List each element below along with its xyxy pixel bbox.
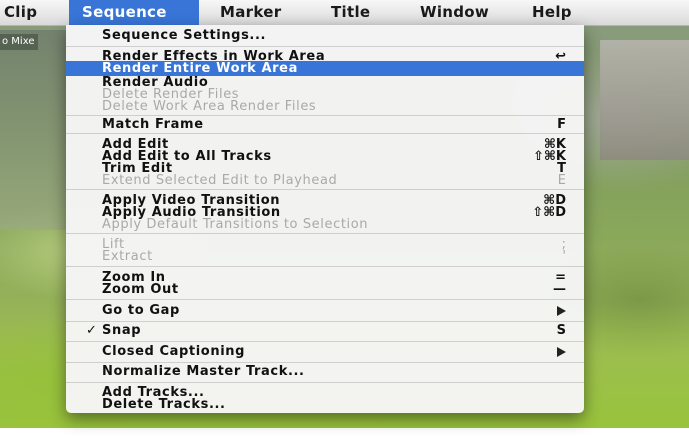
menu-item-go-to-gap[interactable]: Go to Gap — [66, 304, 584, 317]
sequence-dropdown-menu: Sequence Settings... Render Effects in W… — [66, 25, 584, 413]
menu-item-normalize-master-track[interactable]: Normalize Master Track... — [66, 365, 584, 378]
menu-separator — [66, 382, 584, 383]
menu-item-label: Match Frame — [102, 117, 204, 132]
menu-help[interactable]: Help — [532, 0, 572, 25]
submenu-arrow-icon — [557, 304, 566, 317]
menu-item-sequence-settings[interactable]: Sequence Settings... — [66, 29, 584, 42]
menu-item-render-entire-work-area[interactable]: Render Entire Work Area — [66, 61, 584, 76]
menu-clip[interactable]: Clip — [0, 0, 62, 25]
menu-item-label: Snap — [102, 323, 142, 338]
menu-separator — [66, 133, 584, 134]
menu-item-label: Sequence Settings... — [102, 28, 267, 43]
menu-item-extend-selected-edit: Extend Selected Edit to Playhead E — [66, 174, 584, 187]
menu-item-label: Normalize Master Track... — [102, 364, 305, 379]
menu-item-delete-work-area-render-files: Delete Work Area Render Files — [66, 100, 584, 113]
menu-item-shortcut: E — [557, 173, 566, 188]
menu-bar: Clip Sequence Marker Title Window Help — [0, 0, 689, 26]
menu-item-label: Delete Tracks... — [102, 397, 226, 412]
menu-window[interactable]: Window — [420, 0, 489, 25]
menu-separator — [66, 341, 584, 342]
menu-item-closed-captioning[interactable]: Closed Captioning — [66, 345, 584, 358]
menu-item-zoom-out[interactable]: Zoom Out — — [66, 283, 584, 296]
menu-separator — [66, 115, 584, 116]
menu-item-apply-default-transitions: Apply Default Transitions to Selection — [66, 218, 584, 231]
background-blur-left — [0, 30, 70, 230]
menu-item-label: Closed Captioning — [102, 344, 246, 359]
menu-separator — [66, 46, 584, 47]
menu-marker[interactable]: Marker — [220, 0, 281, 25]
menu-item-label: Extract — [102, 249, 153, 264]
menu-item-shortcut: — — [553, 282, 566, 297]
menu-separator — [66, 362, 584, 363]
menu-item-extract: Extract ' — [66, 250, 584, 263]
menu-item-match-frame[interactable]: Match Frame F — [66, 118, 584, 131]
menu-item-label: Go to Gap — [102, 303, 180, 318]
menu-item-shortcut: F — [557, 117, 566, 132]
menu-item-label: Zoom Out — [102, 282, 179, 297]
menu-item-label: Render Entire Work Area — [102, 61, 298, 76]
mixer-panel-label: o Mixe — [0, 34, 39, 50]
menu-item-label: Delete Work Area Render Files — [102, 99, 317, 114]
menu-item-snap[interactable]: ✓ Snap S — [66, 324, 584, 337]
menu-item-label: Apply Default Transitions to Selection — [102, 217, 369, 232]
menu-item-label: Extend Selected Edit to Playhead — [102, 173, 338, 188]
checkmark-icon: ✓ — [86, 323, 97, 338]
menu-separator — [66, 321, 584, 322]
menu-item-delete-tracks[interactable]: Delete Tracks... — [66, 398, 584, 411]
menu-separator — [66, 266, 584, 267]
submenu-arrow-icon — [557, 345, 566, 358]
menu-item-shortcut: ' — [562, 249, 566, 264]
menu-separator — [66, 233, 584, 234]
menu-title[interactable]: Title — [331, 0, 370, 25]
menu-item-shortcut: S — [556, 323, 566, 338]
menu-separator — [66, 299, 584, 300]
menu-separator — [66, 189, 584, 190]
background-blur-right — [600, 40, 689, 160]
menu-sequence[interactable]: Sequence — [69, 0, 199, 25]
